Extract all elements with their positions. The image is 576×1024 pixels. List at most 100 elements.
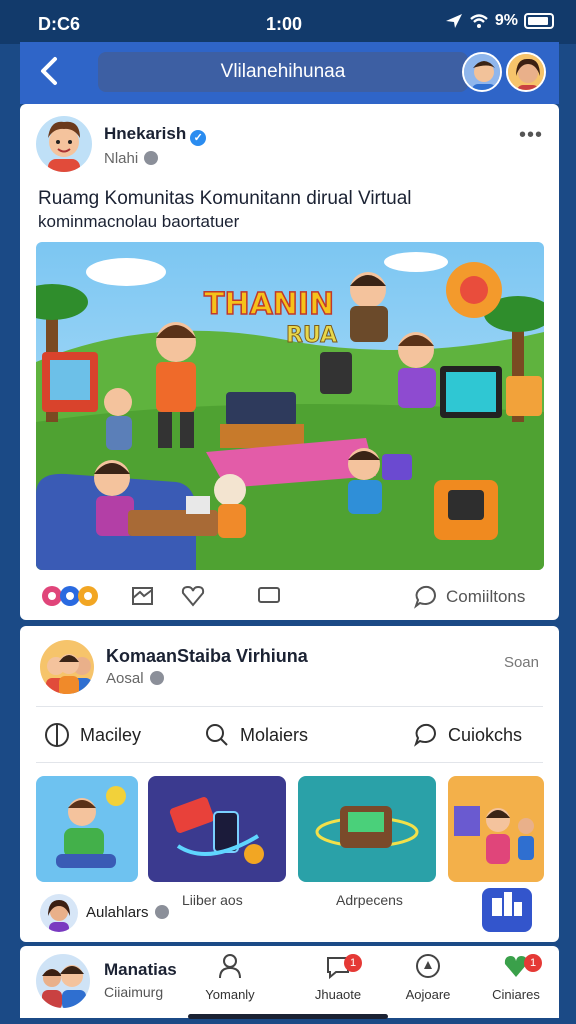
share-button[interactable] bbox=[130, 584, 156, 608]
avatar-face-icon bbox=[464, 54, 500, 90]
tab-maciley[interactable]: Maciley bbox=[44, 722, 141, 748]
thumbnail-image bbox=[448, 776, 544, 882]
post-text-line2: kominmacnolau baortatuer bbox=[38, 212, 240, 231]
avatar-face-icon bbox=[40, 894, 78, 932]
app-shortcut-icon[interactable] bbox=[482, 888, 532, 932]
community-tabs: Maciley Molaiers Cuiokchs bbox=[20, 716, 559, 760]
avatar[interactable] bbox=[36, 954, 90, 1008]
notification-badge: 1 bbox=[344, 954, 362, 972]
globe-icon bbox=[154, 905, 169, 919]
bottom-item-jhuaote[interactable]: 1 Jhuaote bbox=[298, 952, 378, 1002]
member-label: Aulahlars bbox=[86, 904, 149, 921]
status-bar: D:C6 1:00 9% bbox=[0, 0, 576, 44]
thumbnail-image bbox=[298, 776, 436, 882]
grid-logo-icon bbox=[492, 892, 522, 916]
tab-cuiokchs[interactable]: Cuiokchs bbox=[412, 722, 522, 748]
reactions-button[interactable] bbox=[40, 584, 104, 608]
phone-screen: D:C6 1:00 9% Vlilanehihunaa Hnekarish ✓ N… bbox=[0, 0, 576, 1024]
top-nav-bar: Vlilanehihunaa bbox=[20, 42, 559, 104]
search-field[interactable]: Vlilanehihunaa bbox=[98, 52, 468, 92]
status-time-center: 1:00 bbox=[266, 14, 303, 34]
thumbnail-label: Liiber aos bbox=[182, 892, 243, 908]
battery-icon bbox=[524, 13, 554, 29]
bottom-item-label: Ciniares bbox=[492, 987, 540, 1002]
home-indicator[interactable] bbox=[188, 1014, 388, 1019]
image-subtitle-text: RUA bbox=[286, 323, 337, 348]
post-subtitle: Nlahi bbox=[104, 150, 159, 167]
verified-icon: ✓ bbox=[190, 130, 207, 146]
globe-icon bbox=[149, 671, 164, 685]
bell-icon bbox=[416, 954, 440, 978]
bottom-profile-sub: Ciiaimurg bbox=[104, 984, 164, 1000]
avatar-face-icon bbox=[508, 54, 544, 90]
community-illustration: THANIN RUA bbox=[36, 242, 544, 570]
comment-icon-button[interactable] bbox=[256, 584, 282, 608]
wifi-icon bbox=[470, 14, 488, 28]
reactions-icon bbox=[42, 586, 98, 606]
avatar[interactable] bbox=[506, 52, 546, 92]
person-icon bbox=[219, 954, 241, 979]
community-subtitle: Aosal bbox=[106, 670, 164, 687]
post-author[interactable]: Hnekarish ✓ bbox=[104, 124, 207, 146]
thumbnail-card[interactable] bbox=[298, 776, 436, 882]
post-subtitle-text: Nlahi bbox=[104, 150, 139, 167]
more-options-button[interactable]: ••• bbox=[519, 124, 543, 147]
comments-label: Comiiltons bbox=[446, 587, 526, 606]
thumbnail-label: Adrpecens bbox=[336, 892, 403, 908]
thumbnail-card[interactable] bbox=[448, 776, 544, 882]
bottom-item-label: Jhuaote bbox=[314, 987, 362, 1002]
bottom-item-label: Aojoare bbox=[405, 987, 451, 1002]
bottom-item-ciniares[interactable]: 1 Ciniares bbox=[476, 952, 556, 1002]
post-text-line1: Ruamg Komunitas Komunitann dirual Virtua… bbox=[38, 188, 412, 209]
avatar[interactable] bbox=[462, 52, 502, 92]
see-link[interactable]: Soan bbox=[504, 654, 539, 671]
chat-bubble-icon bbox=[258, 587, 280, 603]
tab-label: Cuiokchs bbox=[448, 724, 523, 745]
tab-label: Maciley bbox=[80, 724, 142, 745]
thumbnail-card[interactable] bbox=[36, 776, 138, 882]
divider bbox=[36, 762, 543, 763]
avatar-face-icon bbox=[36, 116, 92, 172]
group-avatar-icon bbox=[36, 954, 90, 1008]
comment-icon bbox=[414, 585, 437, 609]
comments-button[interactable]: Comiiltons bbox=[412, 584, 525, 610]
post-author-name: Hnekarish bbox=[104, 124, 187, 143]
group-avatar-icon bbox=[40, 640, 94, 694]
divider bbox=[36, 706, 543, 707]
comment-icon bbox=[414, 723, 437, 747]
post-actions-bar: Comiiltons bbox=[20, 578, 559, 618]
bottom-item-yomanly[interactable]: Yomanly bbox=[190, 952, 270, 1002]
search-icon bbox=[206, 724, 228, 746]
image-title-text: THANIN bbox=[204, 287, 334, 322]
bottom-item-label: Yomanly bbox=[205, 987, 255, 1002]
bottom-nav-bar: Manatias Ciiaimurg Yomanly 1 Jhuaote Aoj… bbox=[20, 946, 559, 1018]
heart-icon bbox=[181, 585, 205, 607]
thumbnail-card[interactable] bbox=[148, 776, 286, 882]
like-button[interactable] bbox=[180, 584, 206, 608]
status-time-left: D:C6 bbox=[38, 14, 81, 34]
share-icon bbox=[132, 587, 153, 605]
chevron-left-icon bbox=[41, 57, 57, 85]
post-image[interactable]: THANIN RUA bbox=[36, 242, 544, 570]
back-button[interactable] bbox=[34, 56, 64, 90]
avatar[interactable] bbox=[36, 116, 92, 172]
member-row: Aulahlars bbox=[86, 904, 169, 921]
bottom-profile-name[interactable]: Manatias bbox=[104, 960, 177, 980]
tab-molaiers[interactable]: Molaiers bbox=[204, 722, 308, 748]
notification-badge: 1 bbox=[524, 954, 542, 972]
community-card: KomaanStaiba Virhiuna Aosal Soan Maciley… bbox=[20, 626, 559, 942]
community-avatar[interactable] bbox=[38, 638, 96, 696]
location-icon bbox=[445, 14, 462, 28]
globe-icon bbox=[144, 151, 159, 165]
avatar[interactable] bbox=[40, 894, 78, 932]
post-card: Hnekarish ✓ Nlahi ••• Ruamg Komunitas Kom… bbox=[20, 104, 559, 620]
circle-half-icon bbox=[45, 723, 69, 747]
bottom-item-aojoare[interactable]: Aojoare bbox=[388, 952, 468, 1002]
tab-label: Molaiers bbox=[240, 724, 309, 745]
battery-percent: 9% bbox=[494, 12, 518, 29]
thumbnail-image bbox=[36, 776, 138, 882]
thumbnail-image bbox=[148, 776, 286, 882]
community-subtitle-text: Aosal bbox=[106, 670, 144, 687]
status-icons: 9% bbox=[445, 12, 554, 30]
community-name[interactable]: KomaanStaiba Virhiuna bbox=[106, 646, 308, 667]
